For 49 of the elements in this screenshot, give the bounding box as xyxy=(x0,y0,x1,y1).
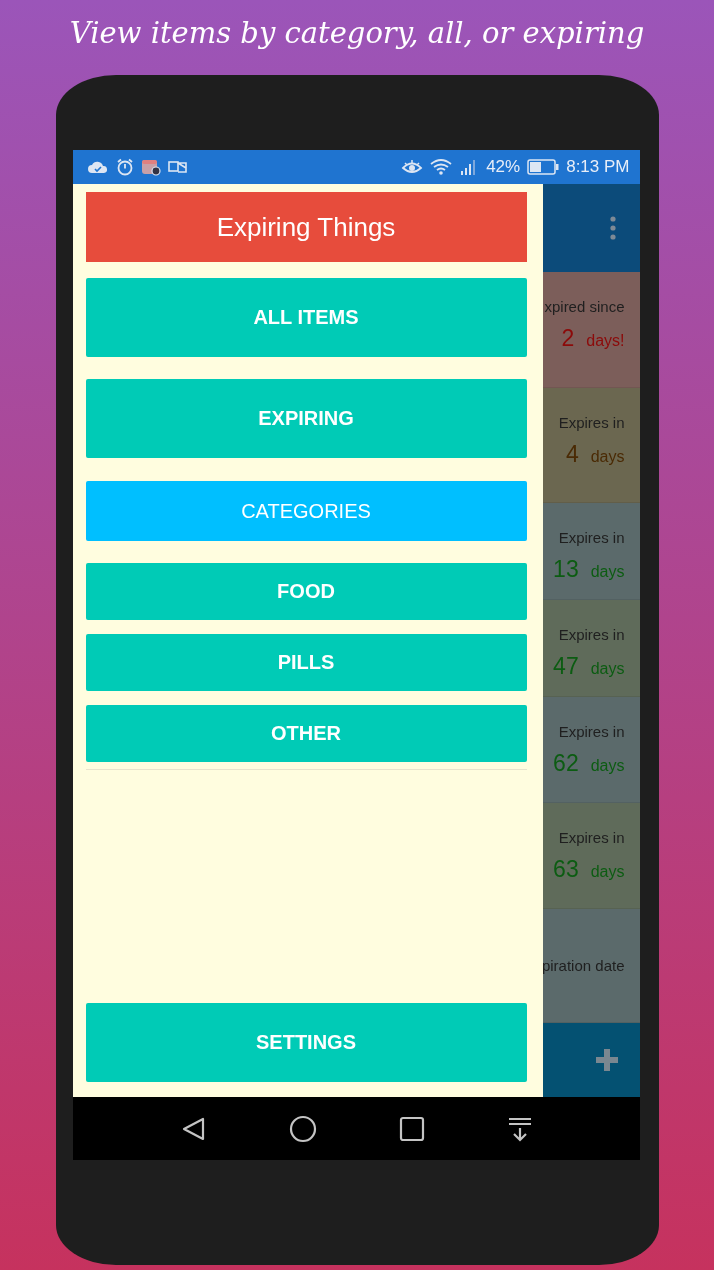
overflow-menu-icon[interactable] xyxy=(609,216,616,240)
status-text: Expires in xyxy=(558,529,625,546)
clock-time: 8:13 PM xyxy=(566,157,630,177)
days-count: 47 xyxy=(553,653,579,680)
category-button[interactable]: PILLS xyxy=(85,634,527,691)
days-count: 13 xyxy=(553,556,579,583)
list-row[interactable]: Expires in 63 days xyxy=(542,803,640,909)
menu-button[interactable]: ALL ITEMS xyxy=(85,278,527,357)
calendar-icon xyxy=(140,158,161,176)
status-text: piration date xyxy=(542,957,625,974)
back-icon[interactable] xyxy=(180,1115,207,1142)
notification-drawer-icon[interactable] xyxy=(506,1115,533,1142)
days-unit: days! xyxy=(586,332,625,350)
days-unit: days xyxy=(590,863,625,881)
settings-button[interactable]: SETTINGS xyxy=(85,1003,527,1082)
list-row[interactable]: Expires in 47 days xyxy=(542,600,640,697)
battery-percentage: 42% xyxy=(486,157,521,177)
section-header: CATEGORIES xyxy=(85,481,527,541)
wifi-icon xyxy=(430,158,453,176)
battery-icon xyxy=(527,159,560,175)
list-row[interactable]: Expires in 4 days xyxy=(542,388,640,503)
category-button[interactable]: OTHER xyxy=(85,705,527,762)
list-row[interactable]: Expires in 62 days xyxy=(542,697,640,803)
cloud-icon xyxy=(86,160,109,174)
status-text: Expires in xyxy=(558,626,625,643)
headline: View items by category, all, or expiring xyxy=(69,16,645,50)
eye-icon xyxy=(401,159,424,175)
days-unit: days xyxy=(590,448,625,466)
status-text: Expires in xyxy=(558,829,625,846)
recent-apps-icon[interactable] xyxy=(398,1115,425,1142)
status-text: Expires in xyxy=(558,723,625,740)
days-count: 63 xyxy=(553,856,579,883)
list-row[interactable]: Expires in 13 days xyxy=(542,503,640,600)
menu-button[interactable]: EXPIRING xyxy=(85,379,527,458)
days-unit: days xyxy=(590,563,625,581)
home-icon[interactable] xyxy=(288,1114,317,1143)
status-text: Expires in xyxy=(558,414,625,431)
days-count: 4 xyxy=(565,441,579,468)
days-count: 2 xyxy=(561,325,575,352)
list-row[interactable]: xpired since 2 days! xyxy=(542,272,640,388)
alarm-clock-icon xyxy=(115,158,134,176)
days-unit: days xyxy=(590,757,625,775)
status-text: xpired since xyxy=(544,298,625,315)
category-button[interactable]: FOOD xyxy=(85,563,527,620)
days-count: 62 xyxy=(553,750,579,777)
mail-icon xyxy=(167,159,188,175)
drawer-title: Expiring Things xyxy=(85,192,527,262)
days-unit: days xyxy=(590,660,625,678)
list-row[interactable]: piration date xyxy=(542,909,640,1023)
